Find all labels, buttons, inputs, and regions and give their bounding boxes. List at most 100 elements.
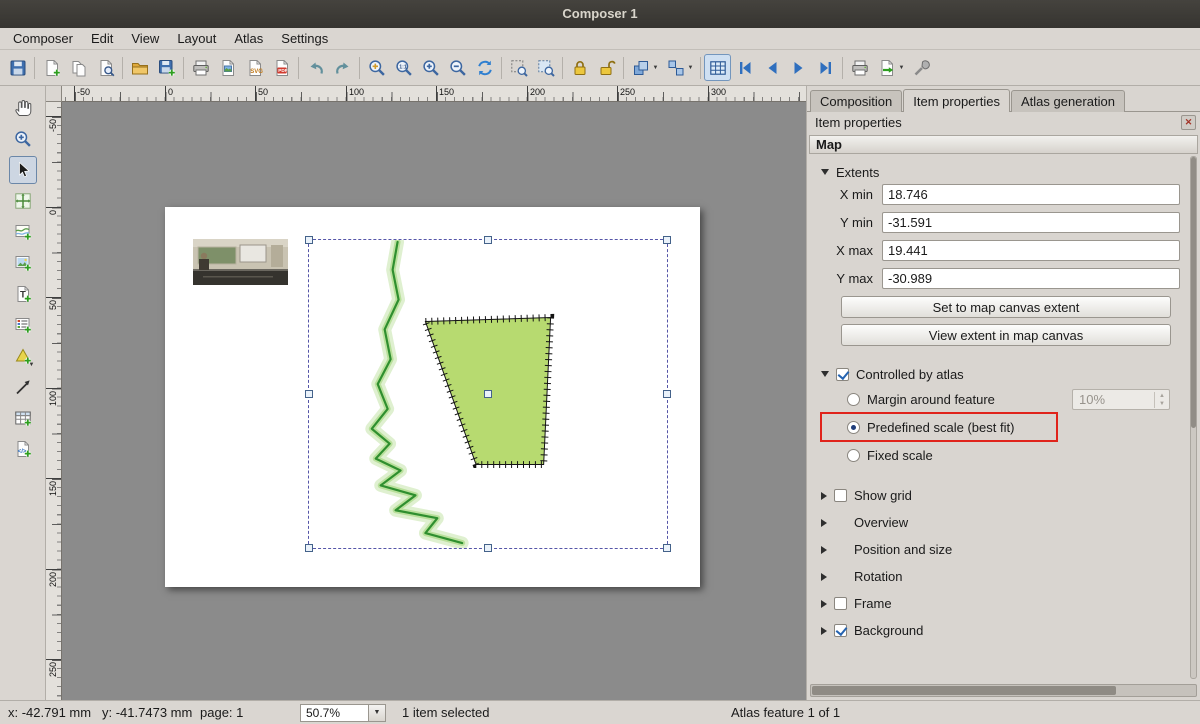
- background-checkbox[interactable]: [834, 624, 847, 637]
- raise-selected-items-button[interactable]: ▼: [627, 54, 662, 81]
- selection-handle[interactable]: [663, 236, 671, 244]
- selection-handle[interactable]: [663, 390, 671, 398]
- picture-item[interactable]: [193, 239, 288, 285]
- menu-composer[interactable]: Composer: [4, 28, 82, 49]
- panel-horizontal-scrollbar[interactable]: [810, 684, 1197, 697]
- section-rotation[interactable]: Rotation: [815, 563, 1180, 590]
- unlock-all-items-button[interactable]: [593, 54, 620, 81]
- zoom-value[interactable]: 50.7%: [300, 704, 369, 722]
- selection-handle[interactable]: [305, 236, 313, 244]
- zoom-button[interactable]: [9, 125, 37, 153]
- chevron-down-icon[interactable]: ▼: [369, 704, 386, 722]
- set-to-map-canvas-extent-button[interactable]: Set to map canvas extent: [841, 296, 1171, 318]
- last-feature-button[interactable]: [812, 54, 839, 81]
- scrollbar-handle[interactable]: [812, 686, 1116, 695]
- margin-around-feature-option[interactable]: Margin around feature 10% ▲▼: [815, 386, 1180, 413]
- zoom-out-button[interactable]: [444, 54, 471, 81]
- composer-manager-button[interactable]: [92, 54, 119, 81]
- first-feature-button[interactable]: [731, 54, 758, 81]
- extents-section-header[interactable]: Extents: [815, 160, 1180, 184]
- export-as-svg-button[interactable]: SVG: [241, 54, 268, 81]
- zoom-in-button[interactable]: [417, 54, 444, 81]
- load-from-template-button[interactable]: [126, 54, 153, 81]
- tab-composition[interactable]: Composition: [810, 90, 902, 112]
- radio-margin[interactable]: [847, 393, 860, 406]
- redo-button[interactable]: [329, 54, 356, 81]
- panel-vertical-scrollbar[interactable]: [1190, 156, 1197, 679]
- frame-checkbox[interactable]: [834, 597, 847, 610]
- move-item-content-button[interactable]: [9, 187, 37, 215]
- atlas-settings-button[interactable]: [908, 54, 935, 81]
- pan-button[interactable]: [9, 94, 37, 122]
- tab-item-properties[interactable]: Item properties: [903, 89, 1010, 112]
- spinner-buttons[interactable]: ▲▼: [1154, 392, 1169, 408]
- section-overview[interactable]: Overview: [815, 509, 1180, 536]
- xmin-input[interactable]: [882, 184, 1180, 205]
- radio-fixed[interactable]: [847, 449, 860, 462]
- ymin-input[interactable]: [882, 212, 1180, 233]
- menu-edit[interactable]: Edit: [82, 28, 122, 49]
- preview-atlas-button[interactable]: [704, 54, 731, 81]
- menu-layout[interactable]: Layout: [168, 28, 225, 49]
- radio-predefined[interactable]: [847, 421, 860, 434]
- next-feature-button[interactable]: [785, 54, 812, 81]
- align-selected-items-button[interactable]: ▼: [662, 54, 697, 81]
- save-project-button[interactable]: [4, 54, 31, 81]
- zoom-to-selected-button[interactable]: [505, 54, 532, 81]
- export-atlas-button[interactable]: ▼: [873, 54, 908, 81]
- predefined-scale-option[interactable]: Predefined scale (best fit): [815, 413, 1180, 442]
- ymax-input[interactable]: [882, 268, 1180, 289]
- duplicate-composition-button[interactable]: [65, 54, 92, 81]
- composer-canvas[interactable]: [62, 102, 806, 700]
- menu-settings[interactable]: Settings: [272, 28, 337, 49]
- show-grid-checkbox[interactable]: [834, 489, 847, 502]
- menu-atlas[interactable]: Atlas: [225, 28, 272, 49]
- scrollbar-handle[interactable]: [1191, 157, 1196, 428]
- section-background[interactable]: Background: [815, 617, 1180, 644]
- selection-handle[interactable]: [305, 544, 313, 552]
- map-item[interactable]: [308, 239, 668, 549]
- selection-handle[interactable]: [484, 236, 492, 244]
- zoom-full-button[interactable]: [363, 54, 390, 81]
- section-show-grid[interactable]: Show grid: [815, 482, 1180, 509]
- tab-atlas-generation[interactable]: Atlas generation: [1011, 90, 1125, 112]
- export-as-image-button[interactable]: [214, 54, 241, 81]
- print-atlas-button[interactable]: [846, 54, 873, 81]
- select-move-item-button[interactable]: [9, 156, 37, 184]
- controlled-by-atlas-checkbox[interactable]: [836, 368, 849, 381]
- selection-handle[interactable]: [663, 544, 671, 552]
- previous-feature-button[interactable]: [758, 54, 785, 81]
- zoom-combobox[interactable]: 50.7% ▼: [300, 704, 386, 722]
- refresh-view-button[interactable]: [471, 54, 498, 81]
- zoom-100-button[interactable]: 1:1: [390, 54, 417, 81]
- export-as-pdf-button[interactable]: PDF: [268, 54, 295, 81]
- selection-handle[interactable]: [484, 544, 492, 552]
- selection-handle[interactable]: [305, 390, 313, 398]
- section-frame[interactable]: Frame: [815, 590, 1180, 617]
- margin-percent-input[interactable]: 10% ▲▼: [1072, 389, 1170, 410]
- menu-view[interactable]: View: [122, 28, 168, 49]
- new-composition-button[interactable]: [38, 54, 65, 81]
- lock-selected-items-button[interactable]: [566, 54, 593, 81]
- save-as-template-button[interactable]: [153, 54, 180, 81]
- ruler-tick: [46, 388, 61, 389]
- add-html-frame-button[interactable]: </>: [9, 435, 37, 463]
- add-basic-shape-button[interactable]: ▼: [9, 342, 37, 370]
- add-attribute-table-button[interactable]: [9, 404, 37, 432]
- view-extent-in-map-canvas-button[interactable]: View extent in map canvas: [841, 324, 1171, 346]
- zoom-to-region-button[interactable]: [532, 54, 559, 81]
- selection-handle[interactable]: [484, 390, 492, 398]
- fixed-scale-option[interactable]: Fixed scale: [815, 442, 1180, 469]
- controlled-by-atlas-header[interactable]: Controlled by atlas: [815, 362, 1180, 386]
- xmax-input[interactable]: [882, 240, 1180, 261]
- close-icon[interactable]: ✕: [1181, 115, 1196, 130]
- print-button[interactable]: [187, 54, 214, 81]
- add-new-label-button[interactable]: T: [9, 280, 37, 308]
- add-arrow-button[interactable]: [9, 373, 37, 401]
- add-new-legend-button[interactable]: [9, 311, 37, 339]
- undo-button[interactable]: [302, 54, 329, 81]
- add-image-button[interactable]: [9, 249, 37, 277]
- composer-page[interactable]: [165, 207, 700, 587]
- add-new-map-button[interactable]: [9, 218, 37, 246]
- section-position-and-size[interactable]: Position and size: [815, 536, 1180, 563]
